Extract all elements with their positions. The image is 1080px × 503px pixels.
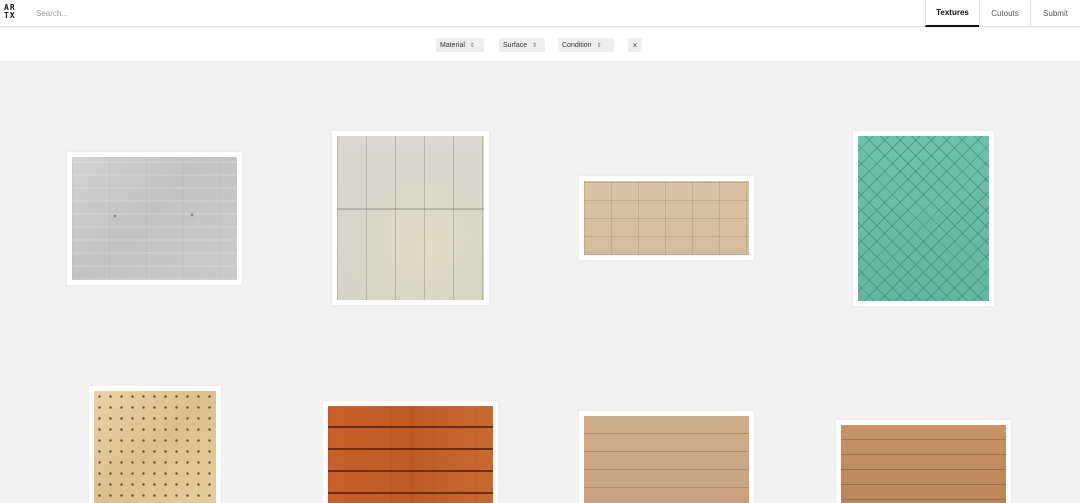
filter-condition[interactable]: Condition ⇕ — [558, 38, 614, 52]
texture-card[interactable] — [836, 420, 1011, 503]
texture-thumbnail — [858, 136, 989, 301]
search-input[interactable] — [36, 5, 536, 21]
texture-thumbnail — [337, 136, 484, 300]
texture-card[interactable] — [579, 176, 754, 260]
texture-thumbnail — [94, 391, 216, 503]
texture-thumbnail — [584, 181, 749, 255]
texture-card[interactable] — [579, 411, 754, 503]
texture-thumbnail — [328, 406, 493, 503]
filter-material-label: Material — [440, 41, 465, 49]
filter-bar: Material ⇕ Surface ⇕ Condition ⇕ × — [0, 28, 1080, 62]
logo-line-2: TX — [4, 11, 16, 20]
sort-caret-icon: ⇕ — [596, 42, 602, 49]
nav-submit[interactable]: Submit — [1030, 0, 1080, 27]
texture-card[interactable] — [67, 152, 242, 285]
close-icon: × — [632, 40, 638, 50]
texture-card[interactable] — [323, 401, 498, 503]
texture-thumbnail — [584, 416, 749, 503]
filter-surface-label: Surface — [503, 41, 528, 49]
texture-card[interactable] — [89, 386, 221, 503]
texture-thumbnail — [841, 425, 1006, 503]
sort-caret-icon: ⇕ — [532, 42, 538, 49]
nav-cutouts[interactable]: Cutouts — [979, 0, 1030, 27]
texture-card[interactable] — [332, 131, 489, 305]
logo[interactable]: AR TX — [4, 4, 20, 22]
sort-caret-icon: ⇕ — [469, 42, 475, 49]
nav-textures[interactable]: Textures — [925, 0, 979, 27]
main-nav: Textures Cutouts Submit — [925, 0, 1080, 27]
clear-filters-button[interactable]: × — [628, 38, 642, 52]
top-bar: AR TX Textures Cutouts Submit — [0, 0, 1080, 27]
filter-material[interactable]: Material ⇕ — [436, 38, 484, 52]
filter-condition-label: Condition — [562, 41, 592, 49]
filter-surface[interactable]: Surface ⇕ — [499, 38, 545, 52]
texture-thumbnail — [72, 157, 237, 280]
texture-card[interactable] — [853, 131, 994, 306]
